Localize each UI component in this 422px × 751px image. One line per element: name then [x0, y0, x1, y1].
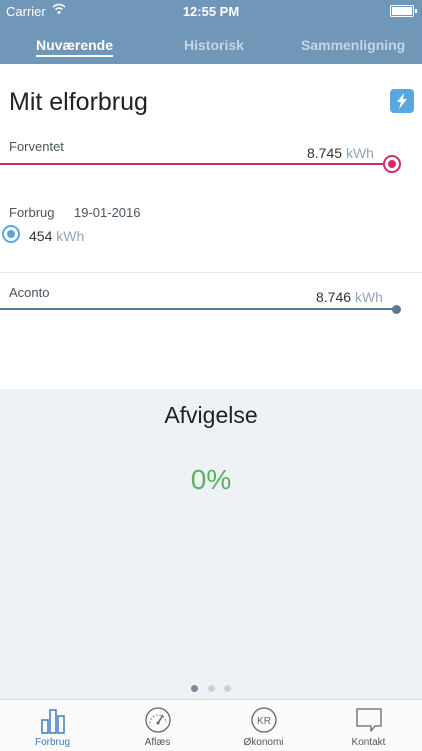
kr-coin-icon: KR [251, 707, 277, 733]
forventet-label: Forventet [9, 139, 64, 154]
aconto-marker [392, 305, 401, 314]
forbrug-date: 19-01-2016 [74, 205, 141, 220]
top-tabs: Nuværende Historisk Sammenligning [0, 22, 422, 64]
forbrug-value: 454 kWh [29, 228, 84, 244]
tabbar-kontakt[interactable]: Kontakt [316, 700, 421, 751]
aconto-label: Aconto [9, 285, 50, 300]
tabbar-aflaes[interactable]: Aflæs [105, 700, 210, 751]
forventet-bar [0, 163, 386, 165]
forventet-value: 8.745 kWh [307, 145, 374, 161]
deviation-panel: Afvigelse 0% [0, 389, 422, 699]
status-bar: Carrier 12:55 PM [0, 0, 422, 22]
clock: 12:55 PM [182, 4, 240, 19]
bar-chart-icon [41, 709, 65, 734]
aconto-unit: kWh [354, 289, 383, 305]
aconto-bar [0, 308, 394, 310]
tabbar-kontakt-label: Kontakt [351, 737, 386, 748]
svg-text:KR: KR [257, 716, 271, 727]
tabbar-okonomi-label: Økonomi [243, 737, 284, 748]
forventet-marker [383, 155, 401, 173]
forbrug-label: Forbrug [9, 205, 55, 220]
forventet-number: 8.745 [307, 145, 343, 161]
section-divider [0, 272, 422, 273]
tabbar-aflaes-label: Aflæs [144, 737, 171, 748]
tabbar-forbrug-label: Forbrug [34, 737, 70, 748]
aconto-value: 8.746 kWh [316, 289, 383, 305]
page-indicator-2[interactable] [208, 685, 215, 692]
lightning-button[interactable] [390, 89, 414, 113]
deviation-value: 0% [190, 464, 232, 495]
tab-nuvaerende[interactable]: Nuværende [36, 37, 114, 57]
tabbar-okonomi[interactable]: KR Økonomi [211, 700, 316, 751]
battery-icon [390, 5, 417, 17]
page-title: Mit elforbrug [9, 88, 148, 116]
forbrug-number: 454 [29, 228, 53, 244]
chat-bubble-icon [356, 708, 382, 732]
forventet-unit: kWh [345, 145, 374, 161]
tab-sammenligning[interactable]: Sammenligning [301, 37, 405, 53]
speedometer-icon [145, 707, 171, 733]
deviation-heading: Afvigelse [164, 402, 258, 428]
forbrug-marker [2, 225, 20, 243]
page-indicator-1[interactable] [191, 685, 198, 692]
aconto-number: 8.746 [316, 289, 352, 305]
lightning-icon [397, 93, 407, 109]
tabbar-forbrug[interactable]: Forbrug [0, 700, 105, 751]
bottom-tab-bar: Forbrug Aflæs KR Økonomi Kontakt [0, 699, 422, 751]
tab-historisk[interactable]: Historisk [184, 37, 244, 53]
page-indicator-3[interactable] [224, 685, 231, 692]
forbrug-unit: kWh [56, 228, 85, 244]
